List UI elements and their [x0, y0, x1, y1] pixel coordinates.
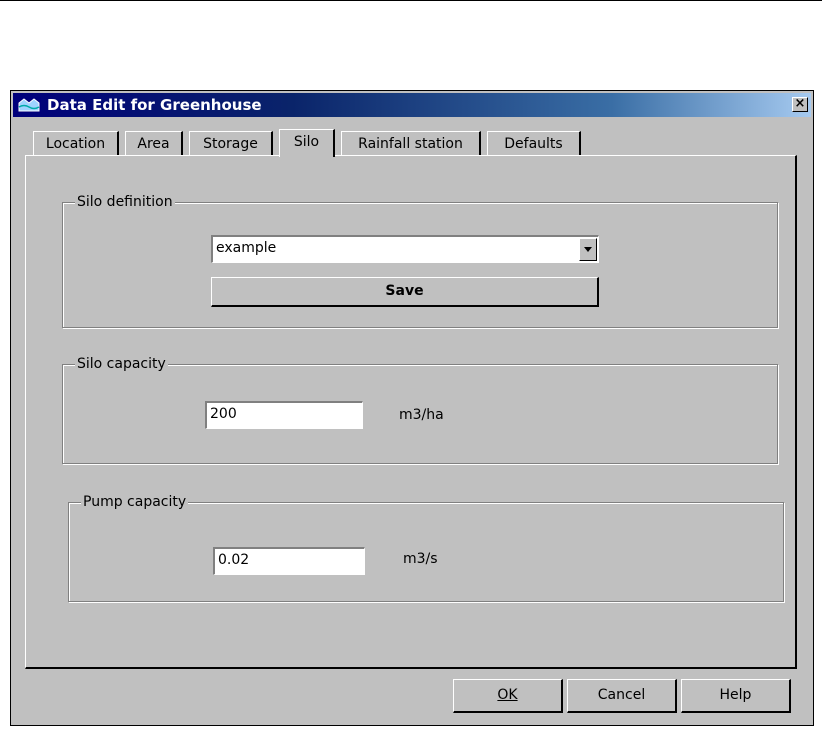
cancel-button[interactable]: Cancel [567, 679, 677, 713]
tab-label: Area [137, 136, 170, 152]
tab-silo[interactable]: Silo [279, 129, 335, 157]
silo-definition-value: example [216, 240, 277, 256]
save-button-label: Save [385, 283, 424, 299]
tab-label: Defaults [504, 136, 563, 152]
silo-capacity-legend: Silo capacity [75, 356, 168, 372]
tab-storage[interactable]: Storage [189, 131, 273, 155]
tab-label: Rainfall station [358, 136, 463, 152]
pump-capacity-legend: Pump capacity [81, 494, 189, 510]
tab-label: Silo [293, 134, 320, 150]
pump-capacity-group: Pump capacity 0.02 m3/s [68, 494, 784, 602]
help-button[interactable]: Help [681, 679, 791, 713]
tab-area[interactable]: Area [125, 131, 183, 155]
greenhouse-app-icon [17, 97, 41, 113]
pump-capacity-input[interactable]: 0.02 [213, 547, 365, 575]
tab-rainfall-station[interactable]: Rainfall station [341, 131, 481, 155]
silo-capacity-group: Silo capacity 200 m3/ha [62, 356, 778, 464]
tab-location[interactable]: Location [33, 131, 119, 155]
dropdown-button[interactable] [579, 238, 597, 261]
tab-panel-silo: Silo definition example Save Silo capaci… [25, 155, 797, 669]
tab-label: Location [45, 136, 106, 152]
silo-definition-select[interactable]: example [211, 235, 599, 263]
help-button-label: Help [719, 687, 752, 703]
title-bar[interactable]: Data Edit for Greenhouse × [13, 93, 811, 117]
pump-capacity-unit: m3/s [403, 551, 438, 567]
silo-capacity-input[interactable]: 200 [205, 401, 363, 429]
close-icon[interactable]: × [792, 97, 808, 112]
tab-label: Storage [203, 136, 258, 152]
silo-definition-legend: Silo definition [75, 194, 175, 210]
cancel-button-label: Cancel [597, 687, 646, 703]
window-title: Data Edit for Greenhouse [47, 96, 262, 114]
ok-button[interactable]: OK [453, 679, 563, 713]
save-button[interactable]: Save [211, 277, 599, 307]
silo-definition-group: Silo definition example Save [62, 194, 778, 328]
chevron-down-icon [584, 247, 592, 252]
silo-capacity-unit: m3/ha [399, 407, 444, 423]
page-divider-line [0, 0, 822, 1]
tab-defaults[interactable]: Defaults [487, 131, 581, 155]
ok-button-label: OK [497, 687, 518, 703]
dialog-window: Data Edit for Greenhouse × Location Area… [10, 90, 814, 726]
